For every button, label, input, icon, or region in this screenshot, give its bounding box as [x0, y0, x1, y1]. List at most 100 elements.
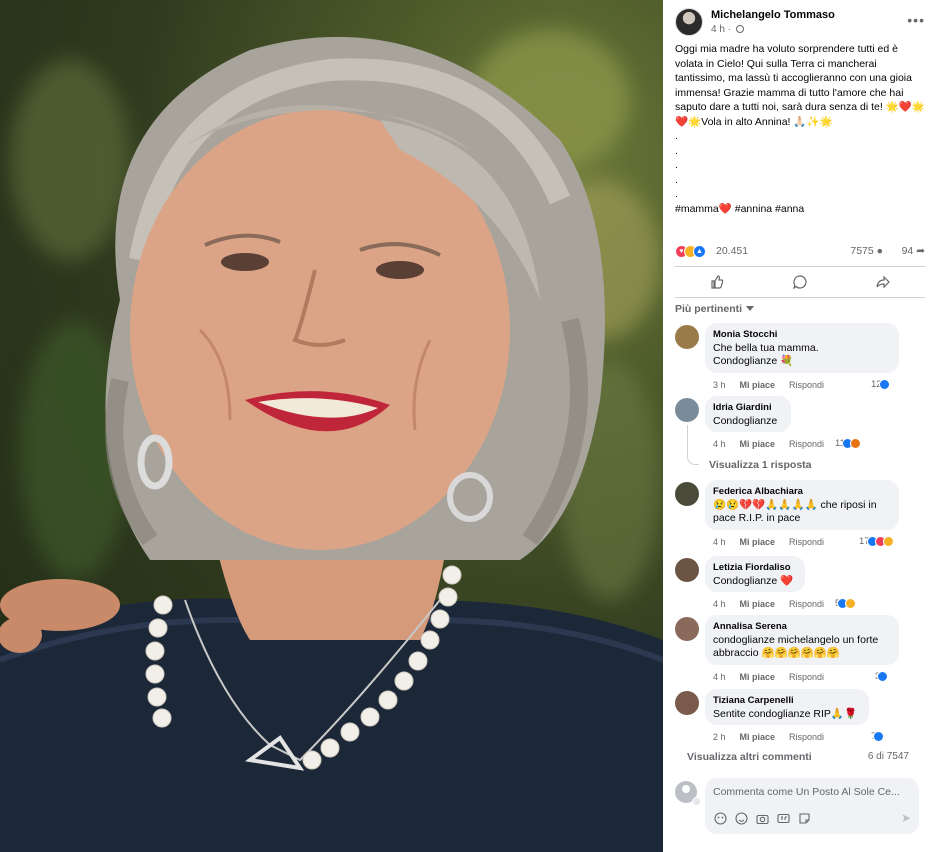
comment-bubble: Annalisa Serena condoglianze michelangel… — [705, 615, 899, 665]
like-comment-button[interactable]: Mi piace — [740, 380, 776, 390]
reaction-icons[interactable]: ♥ ▲ — [675, 245, 715, 259]
commenter-name[interactable]: Idria Giardini — [713, 401, 783, 414]
comment-text: 😢😢💔💔🙏🙏🙏🙏 che riposi in pace R.I.P. in pa… — [713, 499, 877, 524]
comment-reactions[interactable]: 11 — [835, 438, 861, 449]
post-panel: Michelangelo Tommaso 4 h · ••• Oggi mia … — [663, 0, 933, 852]
comment-time[interactable]: 4 h — [713, 599, 726, 609]
like-reaction-icon — [878, 379, 890, 390]
comment-bubble: Federica Albachiara 😢😢💔💔🙏🙏🙏🙏 che riposi … — [705, 480, 899, 530]
reply-thread-elbow — [687, 455, 699, 465]
shares-count-value: 94 — [901, 245, 914, 257]
share-icon[interactable] — [871, 272, 895, 292]
post-hashtags[interactable]: #mamma❤️ #annina #anna — [675, 202, 927, 217]
author-avatar[interactable] — [675, 8, 703, 36]
comment-bubble: Idria Giardini Condoglianze — [705, 396, 791, 432]
comment-reactions[interactable]: 3 — [875, 671, 889, 682]
comment-count-icon: ● — [876, 245, 883, 257]
view-replies-link[interactable]: Visualizza 1 risposta — [709, 459, 812, 471]
comment-page-count: 6 di 7547 — [867, 751, 909, 762]
divider — [675, 297, 925, 298]
like-comment-button[interactable]: Mi piace — [740, 599, 776, 609]
commenter-name[interactable]: Annalisa Serena — [713, 620, 891, 633]
post-text-dot: . — [675, 130, 678, 142]
chevron-down-icon[interactable] — [692, 797, 701, 806]
comment-sort[interactable]: Più pertinenti — [675, 303, 755, 315]
camera-icon[interactable] — [755, 811, 770, 826]
comment-text: Condoglianze — [713, 415, 778, 427]
post-time[interactable]: 4 h — [711, 24, 725, 35]
send-icon[interactable]: ➤ — [901, 811, 911, 825]
reactions-count[interactable]: 20.451 — [716, 245, 748, 257]
chevron-down-icon — [746, 306, 755, 311]
share-count-icon: ➦ — [916, 245, 925, 257]
comment-meta: 4 h Mi piace Rispondi — [713, 599, 824, 609]
commenter-avatar[interactable] — [675, 398, 699, 422]
comment-icon[interactable] — [788, 272, 812, 292]
like-comment-button[interactable]: Mi piace — [740, 537, 776, 547]
commenter-avatar[interactable] — [675, 691, 699, 715]
comment-text: Condoglianze ❤️ — [713, 575, 794, 587]
commenter-name[interactable]: Federica Albachiara — [713, 485, 891, 498]
reply-button[interactable]: Rispondi — [789, 380, 824, 390]
comment-input[interactable] — [713, 784, 911, 800]
care-reaction-icon — [882, 536, 894, 547]
reply-button[interactable]: Rispondi — [789, 439, 824, 449]
sticker-icon[interactable] — [797, 811, 812, 826]
comment-text: Sentite condoglianze RIP🙏🌹 — [713, 708, 858, 720]
comment-reactions[interactable]: 5 — [835, 598, 857, 609]
reply-button[interactable]: Rispondi — [789, 599, 824, 609]
like-reaction-icon — [877, 671, 889, 682]
post-stats: ♥ ▲ 20.451 7575 ● 94 ➦ — [675, 244, 925, 260]
commenter-name[interactable]: Letizia Fiordaliso — [713, 561, 797, 574]
view-more-comments-link[interactable]: Visualizza altri commenti — [687, 751, 812, 763]
globe-icon — [735, 25, 744, 33]
post-photo[interactable] — [0, 0, 663, 852]
composer-tools — [713, 811, 812, 826]
comment-time[interactable]: 2 h — [713, 732, 726, 742]
comment-bubble: Monia Stocchi Che bella tua mamma. Condo… — [705, 323, 899, 373]
post-text-dot: . — [675, 159, 678, 171]
author-name[interactable]: Michelangelo Tommaso — [711, 9, 835, 21]
post-actions — [675, 270, 925, 294]
comment-reactions[interactable]: 12 — [871, 379, 890, 390]
shares-count[interactable]: 94 ➦ — [902, 245, 925, 257]
emoji-icon[interactable] — [734, 811, 749, 826]
avatar-sticker-icon[interactable] — [713, 811, 728, 826]
post-meta: 4 h · — [711, 24, 744, 35]
comment-meta: 2 h Mi piace Rispondi — [713, 732, 824, 742]
like-reaction-icon — [873, 731, 885, 742]
comment-bubble: Tiziana Carpenelli Sentite condoglianze … — [705, 689, 869, 725]
post-text: Oggi mia madre ha voluto sorprendere tut… — [675, 42, 927, 216]
like-icon[interactable] — [705, 272, 729, 292]
like-comment-button[interactable]: Mi piace — [740, 672, 776, 682]
commenter-avatar[interactable] — [675, 558, 699, 582]
reply-button[interactable]: Rispondi — [789, 672, 824, 682]
post-header: Michelangelo Tommaso 4 h · ••• — [675, 6, 925, 38]
commenter-avatar[interactable] — [675, 482, 699, 506]
post-text-main: Oggi mia madre ha voluto sorprendere tut… — [675, 43, 925, 128]
gif-icon[interactable] — [776, 811, 791, 826]
comments-count[interactable]: 7575 ● — [850, 245, 883, 257]
reply-button[interactable]: Rispondi — [789, 537, 824, 547]
comment-bubble: Letizia Fiordaliso Condoglianze ❤️ — [705, 556, 805, 592]
comment-time[interactable]: 3 h — [713, 380, 726, 390]
commenter-avatar[interactable] — [675, 617, 699, 641]
like-comment-button[interactable]: Mi piace — [740, 732, 776, 742]
post-text-dot: . — [675, 144, 678, 157]
comment-reactions[interactable]: 17 — [859, 536, 894, 547]
comment-reactions[interactable]: 7 — [871, 731, 885, 742]
comment-text: Che bella tua mamma. Condoglianze 💐 — [713, 342, 819, 367]
reply-button[interactable]: Rispondi — [789, 732, 824, 742]
portrait-illustration — [0, 36, 663, 852]
divider — [675, 266, 925, 267]
commenter-name[interactable]: Monia Stocchi — [713, 328, 891, 341]
comment-meta: 4 h Mi piace Rispondi — [713, 439, 824, 449]
commenter-avatar[interactable] — [675, 325, 699, 349]
comment-meta: 4 h Mi piace Rispondi — [713, 537, 824, 547]
comment-time[interactable]: 4 h — [713, 672, 726, 682]
comment-time[interactable]: 4 h — [713, 439, 726, 449]
like-comment-button[interactable]: Mi piace — [740, 439, 776, 449]
comment-time[interactable]: 4 h — [713, 537, 726, 547]
commenter-name[interactable]: Tiziana Carpenelli — [713, 694, 861, 707]
more-horizontal-icon[interactable]: ••• — [907, 12, 925, 28]
